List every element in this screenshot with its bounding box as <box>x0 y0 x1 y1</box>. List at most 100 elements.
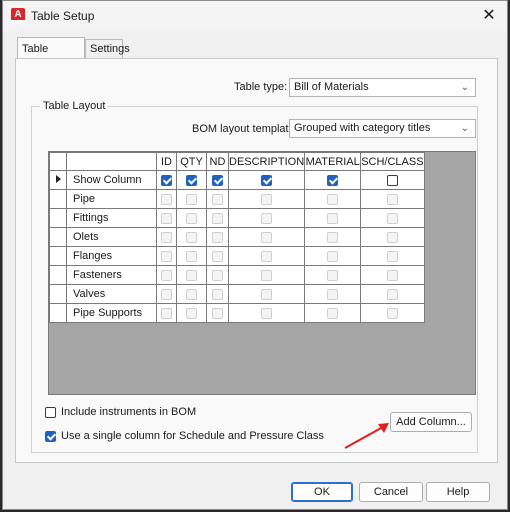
column-checkbox[interactable] <box>386 269 398 281</box>
column-checkbox[interactable] <box>212 212 223 224</box>
column-checkbox[interactable] <box>186 307 197 319</box>
grid-cell <box>360 265 425 285</box>
grid-cell <box>304 284 362 304</box>
grid-cell <box>227 170 306 190</box>
column-checkbox[interactable] <box>327 288 339 300</box>
column-checkbox[interactable] <box>212 288 223 300</box>
column-checkbox[interactable] <box>186 174 197 186</box>
row-selector[interactable] <box>49 246 67 266</box>
row-selector[interactable] <box>49 189 67 209</box>
column-header[interactable]: ID <box>156 152 177 171</box>
row-header-spacer <box>66 152 157 171</box>
column-checkbox[interactable] <box>261 307 273 319</box>
table-row: Pipe <box>49 189 425 209</box>
grid-cell <box>227 265 306 285</box>
column-checkbox[interactable] <box>386 212 398 224</box>
single-column-checkbox[interactable]: Use a single column for Schedule and Pre… <box>45 430 324 442</box>
column-checkbox[interactable] <box>261 193 273 205</box>
autocad-app-icon: A <box>11 8 25 24</box>
column-checkbox[interactable] <box>161 250 172 262</box>
table-layout-group-label: Table Layout <box>40 100 109 112</box>
table-type-combo[interactable]: Bill of Materials ⌄ <box>289 78 476 97</box>
column-checkbox[interactable] <box>186 212 197 224</box>
column-checkbox[interactable] <box>386 250 398 262</box>
column-checkbox[interactable] <box>386 288 398 300</box>
column-checkbox[interactable] <box>386 174 398 186</box>
column-checkbox[interactable] <box>212 307 223 319</box>
grid-cell <box>176 265 207 285</box>
column-checkbox[interactable] <box>261 288 273 300</box>
grid-cell <box>176 170 207 190</box>
table-row: Fasteners <box>49 265 425 285</box>
column-checkbox[interactable] <box>327 193 339 205</box>
column-checkbox[interactable] <box>161 212 172 224</box>
column-checkbox[interactable] <box>261 174 273 186</box>
column-checkbox[interactable] <box>261 250 273 262</box>
grid-cell <box>176 208 207 228</box>
tab-table-layout[interactable]: Table Layout <box>17 37 85 77</box>
grid-cell <box>304 227 362 247</box>
column-checkbox[interactable] <box>261 231 273 243</box>
row-selector[interactable] <box>49 284 67 304</box>
column-checkbox[interactable] <box>261 269 273 281</box>
column-header[interactable]: DESCRIPTION <box>227 152 306 171</box>
column-checkbox[interactable] <box>327 212 339 224</box>
column-checkbox[interactable] <box>186 269 197 281</box>
column-header[interactable]: MATERIAL <box>304 152 362 171</box>
column-checkbox[interactable] <box>212 250 223 262</box>
grid-cell <box>176 189 207 209</box>
column-checkbox[interactable] <box>212 231 223 243</box>
column-checkbox[interactable] <box>386 193 398 205</box>
column-checkbox[interactable] <box>327 269 339 281</box>
column-checkbox[interactable] <box>161 174 172 186</box>
close-icon[interactable]: ✕ <box>479 6 499 26</box>
column-checkbox[interactable] <box>327 174 339 186</box>
column-header[interactable]: SCH/CLASS <box>360 152 425 171</box>
column-checkbox[interactable] <box>186 193 197 205</box>
column-checkbox[interactable] <box>327 231 339 243</box>
row-label: Olets <box>66 227 157 247</box>
column-checkbox[interactable] <box>186 288 197 300</box>
column-header[interactable]: QTY <box>176 152 207 171</box>
column-checkbox[interactable] <box>186 231 197 243</box>
grid-cell <box>206 303 229 323</box>
include-instruments-checkbox[interactable]: Include instruments in BOM <box>45 406 196 418</box>
column-checkbox[interactable] <box>327 307 339 319</box>
column-checkbox[interactable] <box>161 288 172 300</box>
column-header[interactable]: ND <box>206 152 229 171</box>
checkbox-box <box>45 430 56 442</box>
cancel-button[interactable]: Cancel <box>359 482 423 502</box>
column-checkbox[interactable] <box>386 307 398 319</box>
column-checkbox[interactable] <box>161 307 172 319</box>
row-label: Flanges <box>66 246 157 266</box>
column-checkbox[interactable] <box>186 250 197 262</box>
help-button[interactable]: Help <box>426 482 490 502</box>
bom-template-combo[interactable]: Grouped with category titles ⌄ <box>289 119 476 138</box>
add-column-button[interactable]: Add Column... <box>390 412 472 432</box>
row-selector[interactable] <box>49 227 67 247</box>
row-selector[interactable] <box>49 265 67 285</box>
grid-cell <box>156 208 177 228</box>
grid-cell <box>156 170 177 190</box>
grid-cell <box>360 170 425 190</box>
table-row: Fittings <box>49 208 425 228</box>
grid-cell <box>360 189 425 209</box>
column-checkbox[interactable] <box>212 269 223 281</box>
column-checkbox[interactable] <box>161 193 172 205</box>
ok-button[interactable]: OK <box>291 482 353 502</box>
column-checkbox[interactable] <box>386 231 398 243</box>
row-selector[interactable] <box>49 303 67 323</box>
column-checkbox[interactable] <box>161 231 172 243</box>
column-checkbox[interactable] <box>327 250 339 262</box>
column-checkbox[interactable] <box>212 174 223 186</box>
row-label: Pipe Supports <box>66 303 157 323</box>
column-checkbox[interactable] <box>161 269 172 281</box>
column-checkbox[interactable] <box>212 193 223 205</box>
column-checkbox[interactable] <box>261 212 273 224</box>
row-selector[interactable] <box>49 208 67 228</box>
row-selector[interactable] <box>49 170 67 190</box>
tab-settings[interactable]: Settings <box>85 39 130 58</box>
table-row: Pipe Supports <box>49 303 425 323</box>
window-title: Table Setup <box>31 9 95 23</box>
grid-cell <box>304 246 362 266</box>
